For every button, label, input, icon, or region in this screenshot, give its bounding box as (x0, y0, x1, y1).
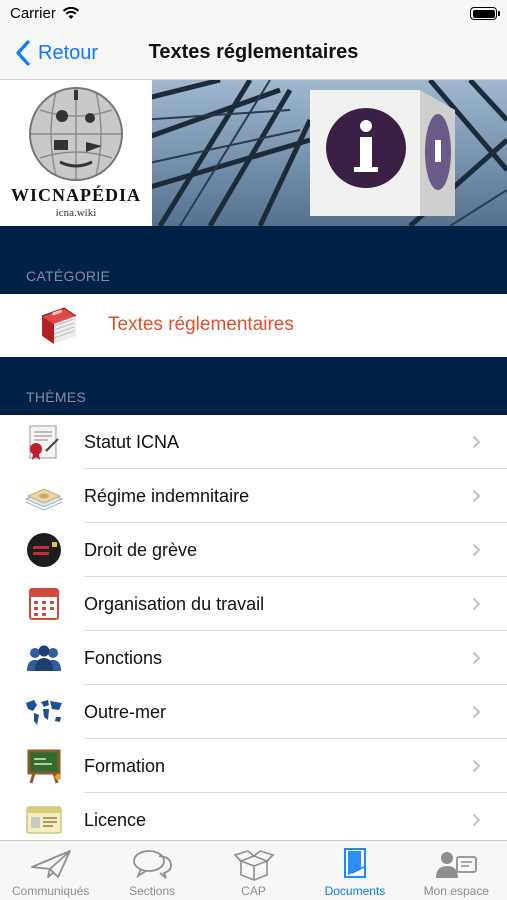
logo-brand-name: WICNAPÉDIA (10, 185, 141, 205)
tab-label: CAP (241, 884, 266, 898)
chevron-right-icon (472, 435, 481, 449)
wicnapedia-logo: WICNAPÉDIA icna.wiki (0, 80, 152, 226)
category-section-header: CATÉGORIE (0, 226, 507, 294)
user-card-icon (436, 852, 478, 878)
theme-item-label: Outre-mer (84, 702, 167, 722)
theme-item-fonctions[interactable]: Fonctions (0, 631, 507, 685)
theme-item-label: Droit de grève (84, 540, 198, 560)
calendar-icon (29, 588, 59, 620)
navigation-bar: Retour Textes réglementaires (0, 28, 507, 80)
theme-item-label: Fonctions (84, 648, 163, 668)
logo-url: icna.wiki (55, 207, 97, 219)
tab-documents[interactable]: Documents (304, 841, 405, 900)
tab-label: Communiqués (12, 884, 90, 898)
status-bar: Carrier (0, 0, 507, 28)
tab-label: Sections (129, 884, 176, 898)
theme-item-regime-indemnitaire[interactable]: Régime indemnitaire (0, 469, 507, 523)
chevron-right-icon (472, 489, 481, 503)
theme-item-label: Formation (84, 756, 166, 776)
chevron-right-icon (472, 543, 481, 557)
header-banner: WICNAPÉDIA icna.wiki (0, 80, 507, 226)
theme-item-formation[interactable]: Formation (0, 739, 507, 793)
theme-item-label: Statut ICNA (84, 432, 180, 452)
themes-header-label: THÈMES (26, 389, 87, 405)
chevron-right-icon (472, 705, 481, 719)
tab-mon-espace[interactable]: Mon espace (406, 841, 507, 900)
open-box-icon (233, 850, 275, 881)
tab-cap[interactable]: CAP (203, 841, 304, 900)
tab-bar: Communiqués Sections CAP Documents Mon e… (0, 840, 507, 900)
speech-bubbles-icon (133, 850, 173, 879)
glass-roof-info-photo (140, 80, 507, 226)
theme-item-droit-de-greve[interactable]: Droit de grève (0, 523, 507, 577)
banknotes-icon (24, 488, 64, 511)
carrier-label: Carrier (10, 5, 56, 22)
chevron-right-icon (472, 813, 481, 827)
chalkboard-icon (27, 749, 61, 784)
people-icon (27, 645, 61, 671)
license-card-icon (26, 806, 62, 834)
themes-list: Statut ICNA Régime indemnitaire Droit de… (0, 415, 507, 840)
wiki-puzzle-globe-icon (29, 87, 123, 181)
red-book-icon (41, 307, 77, 344)
certificate-icon (29, 425, 59, 460)
theme-item-label: Licence (84, 810, 147, 830)
tab-communiques[interactable]: Communiqués (0, 841, 101, 900)
world-map-icon (26, 700, 62, 725)
theme-item-label: Régime indemnitaire (84, 486, 250, 506)
tab-sections[interactable]: Sections (101, 841, 202, 900)
tab-label: Documents (324, 884, 386, 898)
chevron-right-icon (472, 759, 481, 773)
themes-section-header: THÈMES (0, 357, 507, 415)
theme-item-label: Organisation du travail (84, 594, 265, 614)
theme-item-organisation-du-travail[interactable]: Organisation du travail (0, 577, 507, 631)
category-header-label: CATÉGORIE (26, 268, 111, 284)
theme-item-licence[interactable]: Licence (0, 793, 507, 840)
category-item-label: Textes réglementaires (108, 314, 294, 335)
category-item-textes-reglementaires[interactable]: Textes réglementaires (0, 294, 507, 357)
document-icon (344, 848, 366, 878)
page-title: Textes réglementaires (148, 41, 359, 63)
paper-plane-icon (30, 850, 71, 878)
theme-item-outre-mer[interactable]: Outre-mer (0, 685, 507, 739)
chevron-right-icon (472, 651, 481, 665)
chevron-right-icon (472, 597, 481, 611)
tab-label: Mon espace (423, 884, 490, 898)
strike-icon (27, 533, 61, 567)
battery-icon (470, 7, 500, 20)
wifi-icon (62, 6, 80, 19)
theme-item-statut-icna[interactable]: Statut ICNA (0, 415, 507, 469)
